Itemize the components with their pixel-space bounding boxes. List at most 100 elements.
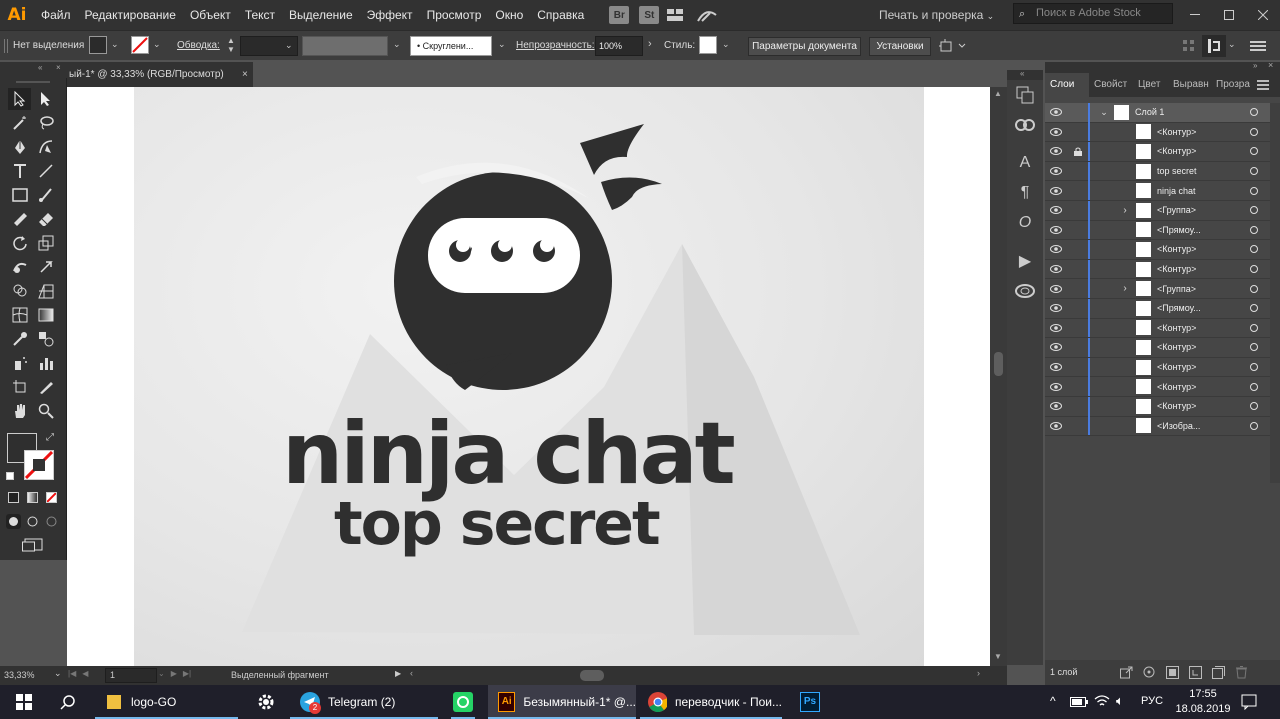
stroke-weight-stepper[interactable]: ▲ ▼ bbox=[224, 36, 238, 56]
target-circle-icon[interactable] bbox=[1250, 421, 1258, 430]
actions-play-icon[interactable]: ▶ bbox=[1007, 246, 1043, 276]
color-mode-icon[interactable] bbox=[8, 492, 19, 503]
layer-item-row[interactable]: <Контур> bbox=[1045, 122, 1280, 143]
stroke-swatch[interactable] bbox=[131, 36, 149, 54]
eraser-tool-icon[interactable] bbox=[34, 208, 57, 230]
tab-color[interactable]: Цвет bbox=[1133, 73, 1168, 97]
blend-tool-icon[interactable] bbox=[34, 328, 57, 350]
magic-wand-tool-icon[interactable] bbox=[8, 112, 31, 134]
artboard-tool-icon[interactable] bbox=[8, 376, 31, 398]
brush-dropdown-icon[interactable]: ⌄ bbox=[498, 39, 506, 50]
fill-dropdown-icon[interactable]: ⌄ bbox=[111, 39, 119, 50]
chevron-down-icon[interactable]: ⌄ bbox=[158, 669, 165, 678]
isolate-dropdown-icon[interactable]: ⌄ bbox=[1228, 39, 1236, 50]
links-icon[interactable] bbox=[1007, 110, 1043, 140]
close-icon[interactable]: × bbox=[1268, 60, 1273, 70]
target-circle-icon[interactable] bbox=[1250, 225, 1258, 234]
eyedropper-tool-icon[interactable] bbox=[8, 328, 31, 350]
visibility-eye-icon[interactable] bbox=[1045, 402, 1067, 411]
profile-dropdown-icon[interactable]: ⌄ bbox=[393, 39, 401, 50]
clock[interactable]: 17:55 18.08.2019 bbox=[1174, 687, 1232, 717]
gradient-mode-icon[interactable] bbox=[27, 492, 38, 503]
screen-mode-icon[interactable] bbox=[22, 538, 44, 552]
layers-scrollbar[interactable] bbox=[1270, 103, 1280, 483]
target-circle-icon[interactable] bbox=[1250, 343, 1258, 352]
layer-item-row[interactable]: <Прямоу... bbox=[1045, 220, 1280, 241]
first-artboard-icon[interactable]: |◀ bbox=[68, 669, 76, 678]
opacity-label[interactable]: Непрозрачность: bbox=[516, 40, 595, 51]
visibility-eye-icon[interactable] bbox=[1045, 265, 1067, 274]
visibility-eye-icon[interactable] bbox=[1045, 382, 1067, 391]
menu-type[interactable]: Текст bbox=[238, 0, 282, 30]
gradient-tool-icon[interactable] bbox=[34, 304, 57, 326]
artboard[interactable]: ninja chat top secret bbox=[134, 87, 924, 666]
visibility-eye-icon[interactable] bbox=[1045, 304, 1067, 313]
target-circle-icon[interactable] bbox=[1250, 284, 1258, 293]
document-tab[interactable]: ый-1* @ 33,33% (RGB/Просмотр) × bbox=[67, 62, 253, 87]
variable-width-profile[interactable] bbox=[302, 36, 388, 56]
menu-select[interactable]: Выделение bbox=[282, 0, 360, 30]
target-circle-icon[interactable] bbox=[1250, 127, 1258, 136]
isolate-icon[interactable] bbox=[1202, 35, 1226, 57]
zoom-dropdown-icon[interactable]: ⌄ bbox=[54, 668, 62, 679]
expand-chevron-icon[interactable]: › bbox=[1114, 283, 1136, 294]
style-dropdown-icon[interactable]: ⌄ bbox=[722, 39, 730, 50]
visibility-eye-icon[interactable] bbox=[1045, 421, 1067, 430]
taskbar-app-illustrator[interactable]: Ai Безымянный-1* @... bbox=[488, 685, 636, 719]
start-button[interactable] bbox=[0, 685, 48, 719]
curvature-tool-icon[interactable] bbox=[34, 136, 57, 158]
taskbar-app-telegram[interactable]: 2 Telegram (2) bbox=[290, 685, 438, 719]
tab-transparency[interactable]: Прозра bbox=[1211, 73, 1255, 97]
creative-cloud-libraries-icon[interactable] bbox=[1007, 276, 1043, 306]
search-button[interactable] bbox=[48, 685, 88, 719]
visibility-eye-icon[interactable] bbox=[1045, 167, 1067, 176]
canvas[interactable]: ninja chat top secret bbox=[67, 87, 990, 666]
panel-menu-icon[interactable] bbox=[1250, 40, 1266, 52]
expand-chevron-icon[interactable]: ⌄ bbox=[1094, 107, 1114, 118]
menu-view[interactable]: Просмотр bbox=[420, 0, 489, 30]
visibility-eye-icon[interactable] bbox=[1045, 206, 1067, 215]
layer-item-row[interactable]: ninja chat bbox=[1045, 181, 1280, 201]
target-circle-icon[interactable] bbox=[1250, 245, 1258, 254]
menu-file[interactable]: Файл bbox=[34, 0, 78, 30]
locate-object-icon[interactable] bbox=[1143, 666, 1156, 679]
arrange-documents-icon[interactable] bbox=[663, 5, 687, 25]
layer-item-row[interactable]: <Прямоу... bbox=[1045, 298, 1280, 319]
character-icon[interactable]: A bbox=[1007, 148, 1043, 178]
stroke-label[interactable]: Обводка: bbox=[177, 40, 220, 51]
visibility-eye-icon[interactable] bbox=[1045, 225, 1067, 234]
target-circle-icon[interactable] bbox=[1250, 206, 1258, 215]
language-indicator[interactable]: РУС bbox=[1141, 695, 1163, 707]
visibility-eye-icon[interactable] bbox=[1045, 343, 1067, 352]
scroll-thumb[interactable] bbox=[994, 352, 1003, 376]
visibility-eye-icon[interactable] bbox=[1045, 245, 1067, 254]
draw-inside-icon[interactable] bbox=[44, 514, 59, 529]
clipping-mask-icon[interactable] bbox=[1166, 666, 1179, 679]
line-tool-icon[interactable] bbox=[34, 160, 57, 182]
taskbar-app-chrome[interactable]: переводчик - Пои... bbox=[640, 685, 782, 719]
minimize-button[interactable] bbox=[1178, 0, 1212, 30]
layer-row[interactable]: ⌄ Слой 1 bbox=[1045, 102, 1280, 123]
stroke-weight-field[interactable]: ⌄ bbox=[240, 36, 298, 56]
menu-window[interactable]: Окно bbox=[488, 0, 530, 30]
visibility-eye-icon[interactable] bbox=[1045, 363, 1067, 372]
align-icon[interactable] bbox=[1182, 39, 1196, 53]
draw-normal-icon[interactable] bbox=[6, 514, 21, 529]
artboard-nav-first[interactable]: |◀ ◀ bbox=[68, 669, 88, 678]
close-button[interactable] bbox=[1246, 0, 1280, 30]
panel-menu-icon[interactable] bbox=[1255, 80, 1273, 90]
scroll-down-icon[interactable]: ▼ bbox=[994, 652, 1002, 661]
paragraph-icon[interactable]: ¶ bbox=[1007, 178, 1043, 208]
layer-item-row[interactable]: <Контур> bbox=[1045, 357, 1280, 378]
hand-tool-icon[interactable] bbox=[8, 400, 31, 422]
close-tab-icon[interactable]: × bbox=[242, 62, 248, 87]
new-layer-icon[interactable] bbox=[1212, 666, 1225, 679]
layer-item-row[interactable]: <Изобра... bbox=[1045, 416, 1280, 437]
default-colors-icon[interactable] bbox=[6, 472, 14, 480]
artboard-number-field[interactable]: 1 bbox=[105, 668, 157, 683]
zoom-field[interactable]: 33,33% bbox=[4, 668, 48, 683]
export-icon[interactable] bbox=[1120, 666, 1133, 679]
vertical-scrollbar[interactable]: ▲ ▼ bbox=[990, 87, 1007, 666]
collapse-icon[interactable]: » bbox=[1253, 61, 1257, 70]
previous-artboard-icon[interactable]: ◀ bbox=[82, 669, 88, 678]
